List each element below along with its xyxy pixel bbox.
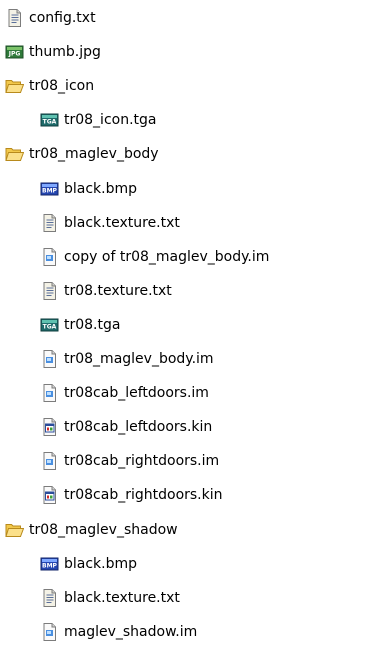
- tree-file[interactable]: tr08cab_rightdoors.kin: [40, 479, 224, 511]
- folder-open-icon: [5, 520, 24, 540]
- jpg-image-icon: JPG: [5, 42, 24, 62]
- tree-file[interactable]: tr08cab_rightdoors.im: [40, 445, 220, 477]
- tree-file[interactable]: TGA tr08_icon.tga: [40, 104, 158, 136]
- folder-open-icon: [5, 76, 24, 96]
- tree-file[interactable]: black.texture.txt: [40, 582, 181, 614]
- tree-item-label: tr08_maglev_body.im: [64, 351, 214, 367]
- tree-item-label: black.texture.txt: [64, 214, 180, 231]
- tree-item-label: tr08cab_leftdoors.kin: [64, 419, 213, 436]
- bmp-image-icon: BMP: [40, 554, 59, 574]
- tree-file[interactable]: BMP black.bmp: [40, 548, 138, 580]
- svg-text:BMP: BMP: [42, 562, 58, 569]
- im-file-icon: [40, 349, 59, 369]
- tree-file[interactable]: tr08cab_leftdoors.im: [40, 377, 210, 409]
- tree-folder[interactable]: tr08_maglev_body: [5, 138, 160, 170]
- tree-item-label: tr08cab_rightdoors.im: [64, 453, 220, 470]
- tree-item-label: tr08.texture.txt: [64, 282, 172, 299]
- tree-item-label: config.txt: [29, 10, 96, 26]
- file-tree: config.txt JPG thumb.jpg tr08_icon TGA tr08_i…: [0, 0, 371, 655]
- tree-file[interactable]: black.texture.txt: [40, 207, 181, 239]
- text-file-icon: [40, 588, 59, 608]
- kin-file-icon: [40, 485, 59, 505]
- tree-item-label: maglev_shadow.im: [64, 623, 198, 640]
- folder-open-icon: [5, 144, 24, 164]
- text-file-icon: [5, 8, 24, 28]
- tree-item-label: black.bmp: [64, 555, 138, 572]
- tree-item-label: tr08cab_leftdoors.im: [64, 385, 209, 402]
- svg-text:JPG: JPG: [8, 51, 21, 58]
- kin-file-icon: [40, 417, 59, 437]
- tree-item-label: black.texture.txt: [64, 589, 180, 606]
- tree-item-label: tr08.tga: [64, 316, 121, 333]
- tree-file[interactable]: tr08_maglev_body.im: [40, 343, 215, 375]
- tree-file[interactable]: JPG thumb.jpg: [5, 36, 102, 68]
- tree-item-label: tr08_icon: [29, 78, 95, 95]
- tree-item-label: black.bmp: [64, 180, 138, 197]
- tree-item-label: tr08_maglev_shadow: [29, 521, 178, 538]
- tree-file[interactable]: BMP black.bmp: [40, 173, 138, 205]
- im-file-icon: [40, 451, 59, 471]
- im-file-icon: [40, 383, 59, 403]
- tree-file[interactable]: config.txt: [5, 2, 97, 34]
- text-file-icon: [40, 281, 59, 301]
- tree-item-label: tr08cab_rightdoors.kin: [64, 487, 223, 504]
- tree-file[interactable]: TGA tr08.tga: [40, 309, 121, 341]
- im-file-icon: [40, 622, 59, 642]
- tree-file[interactable]: tr08.texture.txt: [40, 275, 173, 307]
- tree-item-label: tr08_maglev_body: [29, 146, 159, 163]
- tree-item-label: thumb.jpg: [29, 44, 101, 61]
- tree-folder[interactable]: tr08_icon: [5, 70, 95, 102]
- im-file-icon: [40, 247, 59, 267]
- tree-file[interactable]: tr08cab_leftdoors.kin: [40, 411, 213, 443]
- tree-item-label: tr08_icon.tga: [64, 112, 157, 129]
- tree-file[interactable]: maglev_shadow.im: [40, 616, 198, 648]
- svg-text:BMP: BMP: [42, 187, 58, 194]
- tga-image-icon: TGA: [40, 315, 59, 335]
- tree-file[interactable]: copy of tr08_maglev_body.im: [40, 241, 270, 273]
- text-file-icon: [40, 213, 59, 233]
- tree-item-label: copy of tr08_maglev_body.im: [64, 248, 270, 265]
- bmp-image-icon: BMP: [40, 179, 59, 199]
- tree-folder[interactable]: tr08_maglev_shadow: [5, 514, 179, 546]
- svg-text:TGA: TGA: [43, 119, 57, 126]
- tga-image-icon: TGA: [40, 110, 59, 130]
- svg-text:TGA: TGA: [43, 323, 57, 330]
